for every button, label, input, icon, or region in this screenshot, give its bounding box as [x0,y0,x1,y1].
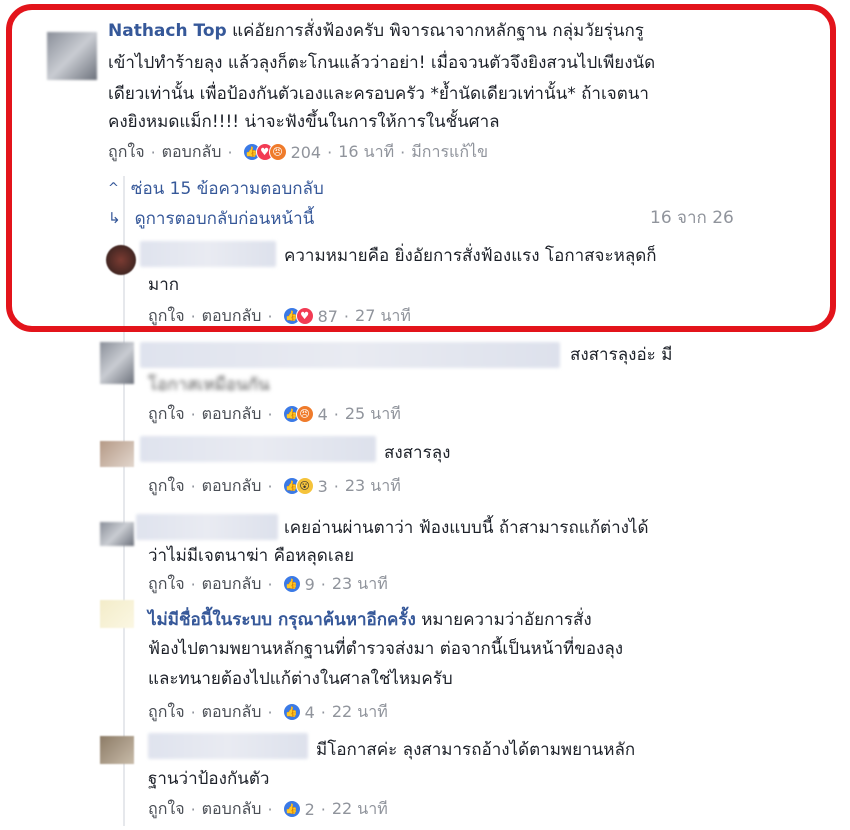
reply-button[interactable]: ตอบกลับ [202,700,262,725]
comment-text-line: ว่าไม่มีเจตนาฆ่า คือหลุดเลย [148,546,355,566]
commenter-name[interactable] [136,514,278,540]
comment-text-line: สงสารลุง [384,443,451,463]
comment-text-line: เคยอ่านผ่านตาว่า ฟ้องแบบนี้ ถ้าสามารถแก้… [284,518,649,538]
avatar[interactable] [100,441,134,467]
reaction-summary[interactable]: 👍 [282,703,301,721]
like-button[interactable]: ถูกใจ [148,700,185,725]
commenter-name[interactable] [140,436,376,462]
timestamp[interactable]: 22 นาที [332,700,388,725]
reply-button[interactable]: ตอบกลับ [202,402,262,427]
comment-actions: ถูกใจ · ตอบกลับ · 👍 😠 4 · 25 นาที [148,402,401,426]
reaction-count: 3 [317,476,328,496]
like-reaction-icon: 👍 [282,800,301,818]
comment-text-line: และทนายต้องไปแก้ต่างในศาลใช่ไหมครับ [148,669,453,689]
wow-reaction-icon: 😮 [295,477,314,495]
like-button[interactable]: ถูกใจ [148,474,185,499]
avatar[interactable] [100,342,134,384]
comment-text-line: ฐานว่าป้องกันตัว [148,769,270,789]
reaction-count: 4 [304,702,315,722]
comment-text-line: หมายความว่าอัยการสั่ง [421,610,592,630]
reaction-summary[interactable]: 👍 😮 [282,477,314,495]
reaction-count: 9 [304,574,315,594]
like-button[interactable]: ถูกใจ [148,797,185,822]
reaction-count: 4 [317,404,328,424]
avatar[interactable] [100,600,134,628]
like-button[interactable]: ถูกใจ [148,572,185,597]
timestamp[interactable]: 23 นาที [345,474,401,499]
commenter-name[interactable]: ไม่มีชื่อนี้ในระบบ กรุณาค้นหาอีกครั้ง [148,610,416,630]
commenter-name[interactable] [140,342,560,368]
reaction-count: 2 [304,799,315,819]
timestamp[interactable]: 25 นาที [345,402,401,427]
angry-reaction-icon: 😠 [295,405,314,423]
comment-text-line: มีโอกาสค่ะ ลุงสามารถอ้างได้ตามพยานหลัก [316,740,636,760]
comment-body: ไม่มีชื่อนี้ในระบบ กรุณาค้นหาอีกครั้ง หม… [148,605,592,636]
reply-button[interactable]: ตอบกลับ [202,797,262,822]
comment-actions: ถูกใจ · ตอบกลับ · 👍 4 · 22 นาที [148,700,388,724]
like-reaction-icon: 👍 [282,575,301,593]
comment-text-line: ฟ้องไปตามพยานหลักฐานที่ตำรวจส่งมา ต่อจาก… [148,639,624,659]
comment-actions: ถูกใจ · ตอบกลับ · 👍 😮 3 · 23 นาที [148,474,401,498]
comment-text-line: สงสารลุงอ่ะ มี [570,345,673,365]
comment-text-line: โอกาสเหมือนกัน [148,375,270,395]
avatar[interactable] [100,736,134,764]
timestamp[interactable]: 23 นาที [332,572,388,597]
commenter-name[interactable] [148,733,308,759]
reaction-summary[interactable]: 👍 😠 [282,405,314,423]
avatar[interactable] [100,522,134,546]
comment-actions: ถูกใจ · ตอบกลับ · 👍 2 · 22 นาที [148,797,388,821]
reply-button[interactable]: ตอบกลับ [202,572,262,597]
reply-button[interactable]: ตอบกลับ [202,474,262,499]
like-button[interactable]: ถูกใจ [148,402,185,427]
highlight-border [6,4,836,332]
reaction-summary[interactable]: 👍 [282,800,301,818]
timestamp[interactable]: 22 นาที [332,797,388,822]
like-reaction-icon: 👍 [282,703,301,721]
comment-actions: ถูกใจ · ตอบกลับ · 👍 9 · 23 นาที [148,572,388,596]
reaction-summary[interactable]: 👍 [282,575,301,593]
